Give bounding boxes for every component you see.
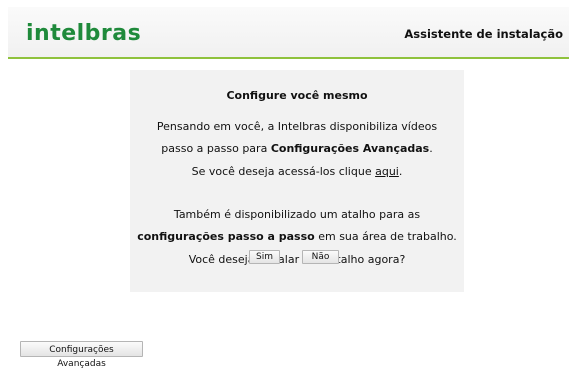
video-info-line-3: Se você deseja acessá-los clique aqui. <box>130 165 464 179</box>
video-info-line-2-prefix: passo a passo para <box>161 142 271 155</box>
advanced-settings-bold: Configurações Avançadas <box>270 142 430 155</box>
video-info-line-2: passo a passo para Configurações Avançad… <box>130 142 464 156</box>
video-info-line-3-prefix: Se você deseja acessá-los clique <box>191 165 376 178</box>
videos-link[interactable]: aqui <box>375 165 399 178</box>
no-button[interactable]: Não <box>302 250 339 264</box>
video-info-line-3-suffix: . <box>398 165 403 178</box>
answer-buttons <box>130 256 464 270</box>
intelbras-logo: intelbras <box>26 21 142 46</box>
yes-button[interactable]: Sim <box>249 250 280 264</box>
installer-window: intelbras Assistente de instalação Confi… <box>8 7 569 369</box>
page-title: Assistente de instalação <box>404 27 563 41</box>
shortcut-info-line-2-suffix: em sua área de trabalho. <box>314 230 457 243</box>
video-info-line-1: Pensando em você, a Intelbras disponibil… <box>156 120 438 133</box>
shortcut-info-line-1: Também é disponibilizado um atalho para … <box>173 208 421 221</box>
shortcut-info-line-2: configurações passo a passo em sua área … <box>130 230 464 244</box>
step-by-step-bold: configurações passo a passo <box>137 230 315 243</box>
configure-panel: Configure você mesmo Pensando em você, a… <box>130 70 464 292</box>
video-info-line-2-suffix: . <box>429 142 433 155</box>
advanced-settings-button[interactable]: Configurações Avançadas <box>20 341 143 369</box>
header-bar: intelbras Assistente de instalação <box>8 7 569 59</box>
panel-title: Configure você mesmo <box>226 89 368 102</box>
